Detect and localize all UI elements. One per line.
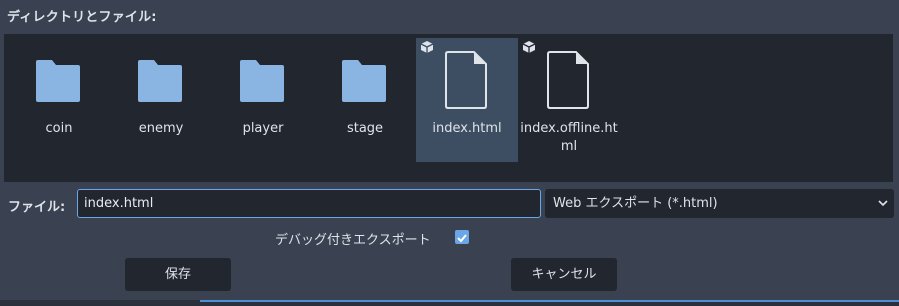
file-tile-index-offline-html[interactable]: index.offline.html <box>518 38 620 162</box>
file-tile-label: stage <box>346 121 384 136</box>
file-tile-stage[interactable]: stage <box>314 38 416 162</box>
file-tile-label: index.offline.html <box>520 121 618 154</box>
file-tile-index-html[interactable]: index.html <box>416 38 518 162</box>
debug-export-label: デバッグ付きエクスポート <box>275 233 431 248</box>
folder-icon <box>342 60 386 102</box>
filename-input[interactable] <box>77 189 541 218</box>
bottom-bar <box>0 300 899 306</box>
bottom-accent-line <box>200 300 899 302</box>
file-tile-coin[interactable]: coin <box>8 38 110 162</box>
file-tile-label: coin <box>45 121 73 136</box>
package-icon <box>420 41 434 53</box>
folder-icon <box>36 60 80 102</box>
section-label: ディレクトリとファイル: <box>7 10 157 25</box>
file-icon <box>547 51 589 109</box>
file-tile-label: index.html <box>432 121 502 136</box>
file-icon <box>445 51 487 109</box>
file-tile-player[interactable]: player <box>212 38 314 162</box>
cancel-button[interactable]: キャンセル <box>511 258 617 291</box>
file-type-select-value: Web エクスポート (*.html) <box>553 196 718 211</box>
save-button[interactable]: 保存 <box>125 258 231 291</box>
file-type-select[interactable]: Web エクスポート (*.html) <box>545 189 894 218</box>
export-dialog: ディレクトリとファイル: coin enemy player stage ind… <box>0 0 899 306</box>
package-icon <box>522 41 536 53</box>
file-tile-label: player <box>242 121 284 136</box>
file-tile-enemy[interactable]: enemy <box>110 38 212 162</box>
checkmark-icon <box>457 234 467 243</box>
file-grid: coin enemy player stage index.html index… <box>4 34 893 182</box>
folder-icon <box>240 60 284 102</box>
filename-label: ファイル: <box>8 200 66 215</box>
debug-export-checkbox[interactable] <box>455 230 469 244</box>
folder-icon <box>138 60 182 102</box>
chevron-down-icon <box>878 200 888 207</box>
file-tile-label: enemy <box>138 121 184 136</box>
